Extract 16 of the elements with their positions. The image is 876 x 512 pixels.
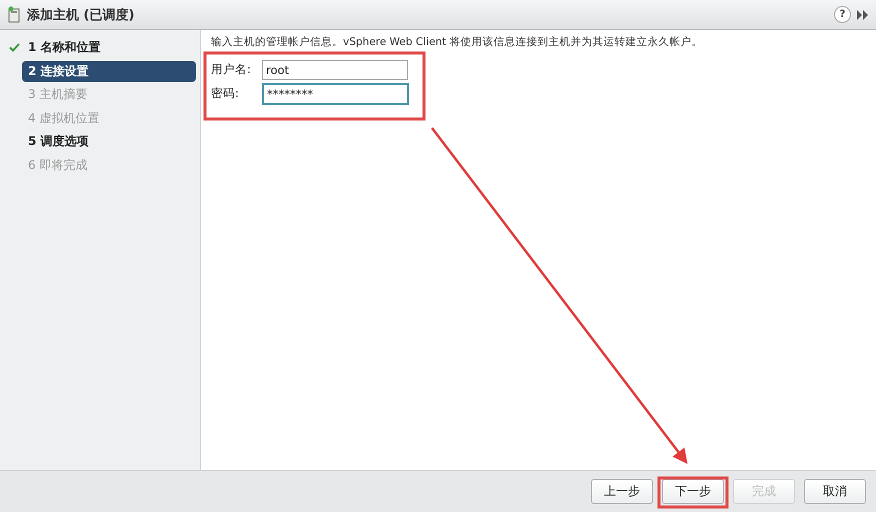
wizard-button[interactable]: 取消 (804, 479, 866, 504)
wizard-button[interactable]: 上一步 (591, 479, 653, 504)
step-item[interactable]: 1 名称和位置 (22, 37, 196, 58)
instruction-text: 输入主机的管理帐户信息。vSphere Web Client 将使用该信息连接到主机并为其运转建立永久帐户。 (211, 36, 704, 49)
step-item[interactable]: 2 连接设置 (22, 60, 196, 82)
step-item[interactable]: 5 调度选项 (22, 131, 196, 152)
help-icon[interactable]: ? (834, 6, 851, 23)
field-label: 密码: (211, 86, 240, 101)
input-field[interactable]: ******** (262, 82, 409, 104)
input-field[interactable]: root (262, 60, 408, 80)
expand-icon[interactable] (857, 10, 868, 20)
window-title: 添加主机 (已调度) (27, 6, 136, 24)
annotation-box (658, 476, 728, 508)
wizard-button[interactable]: 下一步 (662, 479, 724, 504)
field-label: 用户名: (211, 62, 252, 77)
host-icon (8, 6, 21, 23)
